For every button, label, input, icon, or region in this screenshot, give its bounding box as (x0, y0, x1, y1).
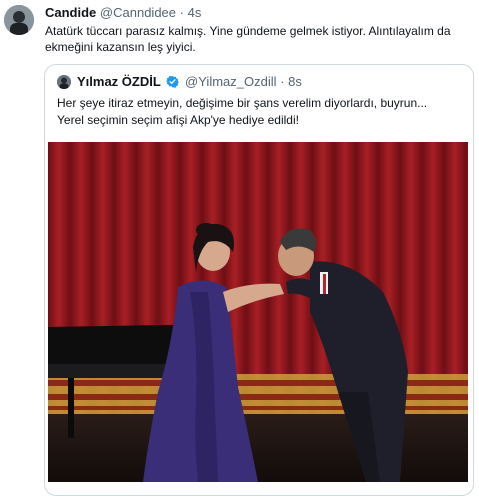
quoted-text-line-2: Yerel seçimin seçim afişi Akp'ye hediye … (57, 113, 299, 127)
tweet-avatar[interactable] (4, 5, 34, 35)
quoted-tweet-text: Her şeye itiraz etmeyin, değişime bir şa… (57, 95, 467, 129)
quoted-author-handle[interactable]: @Yilmaz_Ozdill (185, 74, 276, 89)
verified-badge-icon (166, 75, 180, 88)
quoted-time-separator: · (280, 74, 285, 89)
quoted-author-avatar[interactable] (57, 75, 71, 89)
quoted-author-name[interactable]: Yılmaz ÖZDİL (77, 74, 161, 89)
tweet-header: Candide @Canndidee · 4s (45, 5, 201, 20)
tweet-timestamp[interactable]: 4s (188, 5, 202, 20)
tweet-author-name[interactable]: Candide (45, 5, 96, 20)
quoted-tweet-header: Yılmaz ÖZDİL @Yilmaz_Ozdill · 8s (77, 74, 302, 89)
quoted-text-line-1: Her şeye itiraz etmeyin, değişime bir şa… (57, 96, 428, 110)
tweet-time-separator: · (179, 5, 184, 20)
quoted-timestamp[interactable]: 8s (288, 74, 302, 89)
tweet-author-handle[interactable]: @Canndidee (100, 5, 176, 20)
quoted-tweet-card[interactable]: Yılmaz ÖZDİL @Yilmaz_Ozdill · 8s Her şey… (44, 64, 474, 496)
tweet-text: Atatürk tüccarı parasız kalmış. Yine gün… (45, 24, 451, 54)
quoted-tweet-photo[interactable] (48, 142, 468, 482)
